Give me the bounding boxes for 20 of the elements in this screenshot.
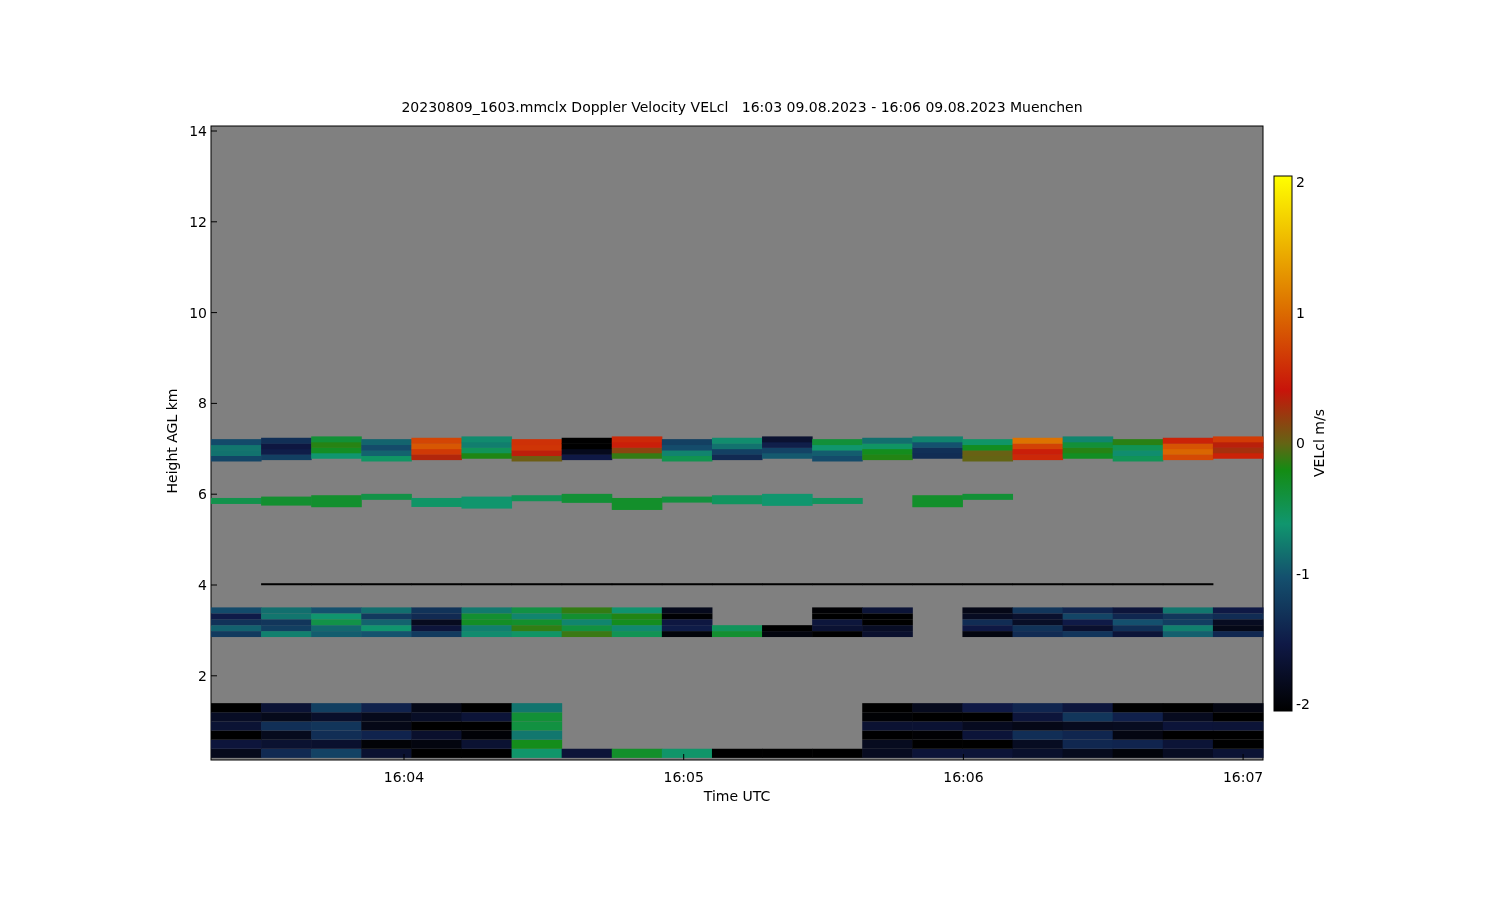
y-tick-label: 4 — [198, 577, 207, 593]
chart-title: 20230809_1603.mmclx Doppler Velocity VELcl 16:03 09.08.2023 - 16:06 09.08.2023 Muenchen — [401, 99, 1083, 115]
colorbar-tick-label: 0 — [1296, 435, 1305, 451]
colorbar-tick-label: 1 — [1296, 304, 1305, 321]
y-tick-label: 14 — [189, 123, 207, 139]
y-tick-label: 10 — [189, 304, 207, 321]
y-tick-label: 8 — [198, 395, 207, 412]
x-tick-label: 16:06 — [943, 769, 984, 785]
x-axis-label: Time UTC — [703, 788, 771, 804]
y-axis-label: Height AGL km — [164, 388, 180, 494]
colorbar-label: VELcl m/s — [1311, 409, 1327, 477]
x-tick-label: 16:07 — [1222, 769, 1264, 785]
y-tick-label: 2 — [198, 667, 207, 684]
y-tick-label: 12 — [189, 213, 207, 230]
x-tick-label: 16:05 — [663, 769, 704, 785]
colorbar-tick-label: -2 — [1296, 696, 1310, 712]
colorbar-tick-label: 2 — [1296, 174, 1305, 190]
x-tick-label: 16:04 — [383, 769, 425, 785]
colorbar-tick-label: -1 — [1296, 565, 1310, 582]
y-tick-label: 6 — [198, 486, 207, 503]
